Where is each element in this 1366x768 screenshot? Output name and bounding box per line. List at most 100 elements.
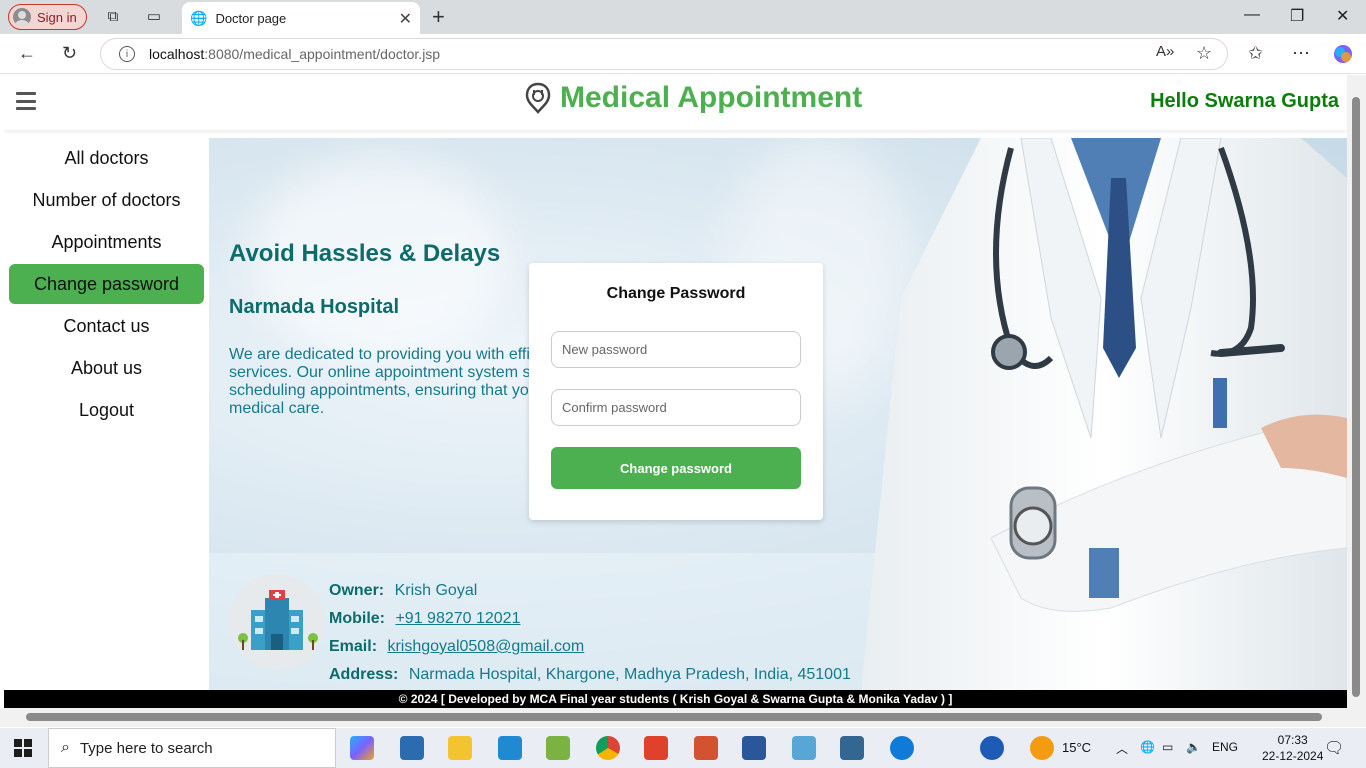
owner-label: Owner: (329, 582, 385, 599)
email-row: Email: krishgoyal0508@gmail.com (329, 638, 584, 656)
refresh-icon[interactable]: ↻ (62, 43, 77, 64)
url-path: :8080/medical_appointment/doctor.jsp (204, 46, 441, 62)
mobile-row: Mobile: +91 98270 12021 (329, 610, 520, 628)
close-window-icon[interactable]: ✕ (1336, 6, 1349, 26)
mobile-label: Mobile: (329, 610, 385, 627)
wps-office-icon[interactable] (644, 736, 668, 760)
vertical-scrollbar[interactable] (1347, 75, 1366, 708)
hero-description-line: scheduling appointments, ensuring that y… (229, 382, 529, 399)
hero-section: Avoid Hassles & Delays Narmada Hospital … (209, 138, 1347, 690)
hero-description-line: medical care. (229, 400, 325, 417)
windows-taskbar: ⌕ Type here to search 15°C ︿ 🌐 ▭ 🔈 ENG 0… (0, 728, 1366, 768)
page-viewport: Medical Appointment Hello Swarna Gupta A… (4, 75, 1347, 708)
sidebar-item-appointments[interactable]: Appointments (9, 222, 204, 262)
tab-title: Doctor page (215, 10, 287, 26)
browser-toolbar: ← ↻ i localhost:8080/medical_appointment… (0, 34, 1366, 74)
email-label: Email: (329, 638, 378, 655)
address-row: Address: Narmada Hospital, Khargone, Mad… (329, 666, 851, 684)
site-info-icon[interactable]: i (119, 46, 135, 62)
copilot-app-icon[interactable] (350, 736, 374, 760)
volume-icon[interactable]: 🔈 (1186, 740, 1201, 754)
sidebar-item-change-password[interactable]: Change password (9, 264, 204, 304)
sidebar-nav: All doctors Number of doctors Appointmen… (4, 138, 209, 690)
address-label: Address: (329, 666, 399, 683)
git-app-icon[interactable] (546, 736, 570, 760)
copyright-footer: © 2024 [ Developed by MCA Final year stu… (4, 690, 1347, 708)
vertical-scroll-thumb[interactable] (1352, 97, 1360, 697)
address-bar[interactable]: i localhost:8080/medical_appointment/doc… (100, 38, 1228, 70)
confirm-password-field[interactable] (551, 389, 801, 426)
site-header: Medical Appointment Hello Swarna Gupta (4, 75, 1347, 130)
menu-hamburger-icon[interactable] (16, 92, 36, 110)
chrome-icon[interactable] (596, 736, 620, 760)
help-icon[interactable] (980, 736, 1004, 760)
word-icon[interactable] (742, 736, 766, 760)
virtualbox-icon[interactable] (792, 736, 816, 760)
windows-start-icon[interactable] (14, 739, 32, 757)
new-tab-button[interactable]: + (432, 4, 445, 30)
sidebar-item-logout[interactable]: Logout (9, 390, 204, 430)
weather-icon[interactable] (1030, 736, 1054, 760)
close-tab-icon[interactable]: ✕ (399, 9, 412, 29)
powerpoint-icon[interactable] (694, 736, 718, 760)
taskbar-search-placeholder: Type here to search (79, 739, 213, 757)
notifications-icon[interactable]: 🗨 (1324, 738, 1344, 758)
brand: Medical Appointment (524, 81, 862, 115)
workspaces-icon[interactable]: ⧉ (103, 7, 123, 27)
hero-description-line: services. Our online appointment system … (229, 364, 529, 381)
globe-icon: 🌐 (190, 9, 208, 26)
favorites-icon[interactable]: ✩ (1248, 43, 1263, 64)
site-title: Medical Appointment (560, 81, 863, 114)
back-arrow-icon[interactable]: ← (18, 43, 36, 64)
weather-temperature[interactable]: 15°C (1062, 740, 1091, 755)
sidebar-item-contact-us[interactable]: Contact us (9, 306, 204, 346)
network-icon[interactable]: 🌐 (1140, 740, 1155, 754)
edge-icon[interactable] (890, 736, 914, 760)
clock-date: 22-12-2024 (1262, 749, 1324, 763)
change-password-title: Change Password (606, 285, 746, 302)
owner-value: Krish Goyal (394, 582, 478, 599)
minimize-icon[interactable]: — (1244, 6, 1260, 24)
sidebar-item-all-doctors[interactable]: All doctors (9, 138, 204, 178)
language-indicator[interactable]: ENG (1212, 740, 1238, 754)
hospital-building-image (229, 574, 325, 670)
hero-description-line: We are dedicated to providing you with e… (229, 346, 529, 363)
url-host: localhost (149, 46, 205, 62)
email-link[interactable]: krishgoyal0508@gmail.com (387, 638, 584, 655)
favorite-star-icon[interactable]: ☆ (1196, 43, 1212, 64)
file-explorer-icon[interactable] (448, 736, 472, 760)
address-value: Narmada Hospital, Khargone, Madhya Prade… (408, 666, 851, 683)
taskbar-search-box[interactable]: ⌕ Type here to search (48, 728, 336, 768)
news-app-icon[interactable] (400, 736, 424, 760)
restore-icon[interactable]: ❐ (1290, 6, 1304, 26)
copilot-icon[interactable] (1332, 43, 1354, 70)
new-password-field[interactable] (551, 331, 801, 368)
sign-in-button[interactable]: Sign in (8, 4, 87, 30)
profile-icon (13, 8, 31, 26)
clock-time: 07:33 (1277, 733, 1308, 747)
horizontal-scrollbar[interactable] (0, 708, 1366, 727)
change-password-button[interactable]: Change password (551, 447, 801, 489)
hero-description: We are dedicated to providing you with e… (229, 346, 529, 418)
sign-in-label: Sign in (37, 9, 77, 25)
tab-actions-icon[interactable]: ▭ (144, 7, 164, 27)
more-options-icon[interactable]: ⋯ (1292, 43, 1310, 64)
postgresql-icon[interactable] (840, 736, 864, 760)
sidebar-item-number-of-doctors[interactable]: Number of doctors (9, 180, 204, 220)
owner-row: Owner: Krish Goyal (329, 582, 477, 600)
doctor-illustration (861, 138, 1347, 690)
search-icon: ⌕ (61, 739, 70, 756)
tray-chevron-icon[interactable]: ︿ (1116, 740, 1128, 757)
sidebar-item-about-us[interactable]: About us (9, 348, 204, 388)
tab-doctor-page[interactable]: 🌐 Doctor page ✕ (182, 2, 420, 34)
vscode-icon[interactable] (498, 736, 522, 760)
read-aloud-icon[interactable]: A» (1156, 43, 1174, 60)
mobile-link[interactable]: +91 98270 12021 (395, 610, 520, 627)
stethoscope-logo-icon (525, 82, 551, 114)
clock[interactable]: 07:33 22-12-2024 (1262, 732, 1323, 764)
browser-tab-strip: Sign in ⧉ ▭ 🌐 Doctor page ✕ + — ❐ ✕ (0, 0, 1366, 34)
battery-icon[interactable]: ▭ (1162, 740, 1173, 754)
hospital-name: Narmada Hospital (229, 296, 400, 318)
change-password-card: Change Password Change password (529, 263, 823, 520)
horizontal-scroll-thumb[interactable] (26, 713, 1322, 721)
